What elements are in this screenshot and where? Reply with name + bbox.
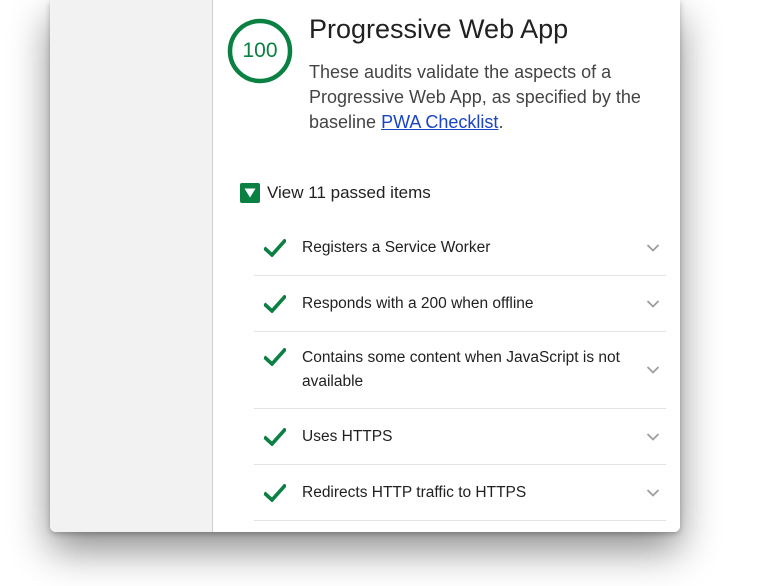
- chevron-down-icon[interactable]: [646, 299, 660, 309]
- chevron-down-icon[interactable]: [646, 488, 660, 498]
- check-icon: [264, 238, 286, 257]
- audit-item[interactable]: Registers a Service Worker: [254, 220, 666, 276]
- category-description: These audits validate the aspects of a P…: [309, 60, 679, 135]
- browser-window: 100 Progressive Web App These audits val…: [50, 0, 680, 532]
- chevron-down-icon[interactable]: [646, 365, 660, 375]
- audit-label: Responds with a 200 when offline: [302, 294, 534, 312]
- check-icon: [264, 294, 286, 313]
- description-suffix: .: [498, 112, 504, 132]
- audit-list: Registers a Service Worker Responds with…: [254, 220, 666, 521]
- passed-items-label: View 11 passed items: [267, 183, 431, 202]
- chevron-down-icon[interactable]: [646, 243, 660, 253]
- chevron-down-icon[interactable]: [646, 432, 660, 442]
- score-value: 100: [242, 39, 278, 62]
- passed-items-toggle[interactable]: View 11 passed items: [240, 183, 431, 203]
- audit-label: Contains some content when JavaScript is…: [302, 349, 620, 390]
- audit-item[interactable]: Contains some content when JavaScript is…: [254, 332, 666, 409]
- category-section: 100 Progressive Web App These audits val…: [213, 0, 680, 532]
- report-sidebar: [50, 0, 213, 532]
- check-icon: [264, 348, 286, 366]
- category-title: Progressive Web App: [309, 14, 569, 44]
- pwa-checklist-link[interactable]: PWA Checklist: [381, 112, 498, 132]
- audit-item[interactable]: Uses HTTPS: [254, 409, 666, 465]
- audit-item[interactable]: Responds with a 200 when offline: [254, 276, 666, 332]
- check-icon: [264, 483, 286, 502]
- expand-triangle-icon: [240, 183, 260, 203]
- score-gauge: 100: [227, 18, 293, 84]
- audit-label: Uses HTTPS: [302, 427, 393, 445]
- audit-item[interactable]: Redirects HTTP traffic to HTTPS: [254, 465, 666, 521]
- audit-label: Registers a Service Worker: [302, 238, 491, 256]
- audit-label: Redirects HTTP traffic to HTTPS: [302, 483, 527, 501]
- check-icon: [264, 427, 286, 446]
